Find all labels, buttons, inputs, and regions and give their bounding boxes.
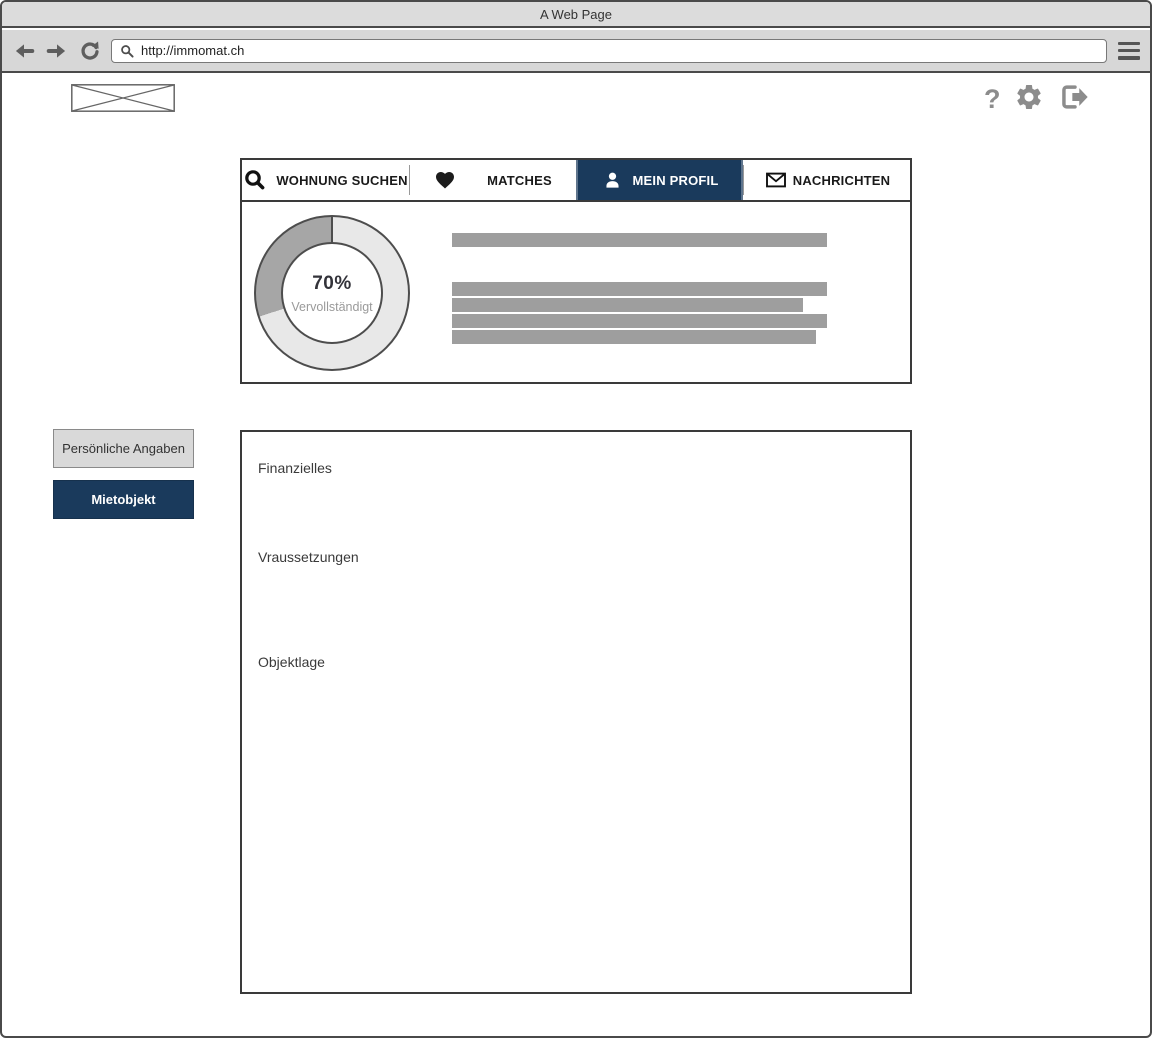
forward-arrow-icon: [46, 40, 68, 62]
settings-gear-icon[interactable]: [1014, 82, 1044, 117]
section-label-vraussetzungen: Vraussetzungen: [258, 549, 359, 565]
header-action-icons: ?: [984, 82, 1089, 116]
sidebar-item-persoenliche-angaben[interactable]: Persönliche Angaben: [53, 429, 194, 468]
address-bar[interactable]: http://immomat.ch: [111, 39, 1107, 63]
tab-mein-profil[interactable]: MEIN PROFIL: [576, 160, 743, 200]
url-text: http://immomat.ch: [141, 43, 244, 58]
browser-titlebar: A Web Page: [2, 2, 1150, 28]
back-arrow-icon: [13, 40, 35, 62]
forward-button[interactable]: [45, 39, 69, 63]
help-icon[interactable]: ?: [984, 86, 1001, 113]
donut-segment-tick: [331, 217, 333, 243]
main-tab-bar: WOHNUNG SUCHEN MATCHES MEIN PROFIL NACHR…: [240, 158, 912, 202]
section-label-finanzielles: Finanzielles: [258, 460, 332, 476]
placeholder-bar: [452, 314, 827, 328]
browser-toolbar: http://immomat.ch: [2, 30, 1150, 73]
envelope-icon: [763, 168, 789, 192]
completion-donut: 70% Vervollständigt: [254, 215, 410, 371]
window-title: A Web Page: [540, 7, 612, 22]
placeholder-bar: [452, 233, 827, 247]
search-icon: [243, 168, 267, 192]
sidebar-item-mietobjekt[interactable]: Mietobjekt: [53, 480, 194, 519]
browser-window: A Web Page http://imm: [0, 0, 1152, 1038]
logout-icon[interactable]: [1057, 81, 1089, 118]
placeholder-text-bars: [452, 202, 910, 382]
tab-label: NACHRICHTEN: [793, 173, 891, 188]
tab-nachrichten[interactable]: NACHRICHTEN: [743, 160, 910, 200]
tab-label: WOHNUNG SUCHEN: [276, 173, 407, 188]
placeholder-bar: [452, 298, 803, 312]
completion-percent: 70%: [312, 273, 352, 295]
completion-caption: Vervollständigt: [291, 300, 372, 314]
tab-matches[interactable]: MATCHES: [409, 160, 576, 200]
logo-placeholder-image: [71, 84, 175, 112]
profile-completion-panel: 70% Vervollständigt: [240, 200, 912, 384]
url-search-icon: [119, 43, 135, 59]
placeholder-bar: [452, 282, 827, 296]
profile-form-panel: Finanzielles Vraussetzungen Objektlage: [240, 430, 912, 994]
heart-icon: [433, 168, 457, 192]
section-label-objektlage: Objektlage: [258, 654, 325, 670]
back-button[interactable]: [12, 39, 36, 63]
hamburger-menu-icon[interactable]: [1118, 42, 1140, 60]
tab-label: MATCHES: [487, 173, 552, 188]
placeholder-bar: [452, 330, 816, 344]
refresh-icon: [79, 40, 101, 62]
refresh-button[interactable]: [78, 39, 102, 63]
tab-wohnung-suchen[interactable]: WOHNUNG SUCHEN: [242, 160, 409, 200]
user-icon: [601, 169, 624, 192]
tab-label: MEIN PROFIL: [633, 173, 719, 188]
